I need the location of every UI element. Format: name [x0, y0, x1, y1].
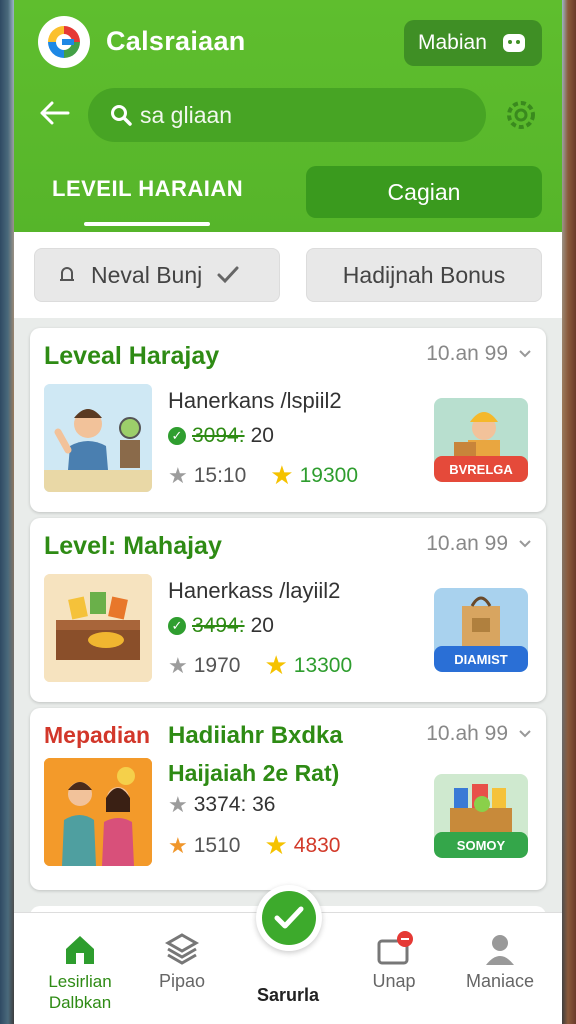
- card-date: 10.an 99: [426, 532, 532, 556]
- card-title: Leveal Harajay: [44, 342, 220, 370]
- card-date-text: 10.ah 99: [426, 722, 508, 745]
- filter-label: Hadijnah Bonus: [342, 261, 506, 288]
- card-stats-row: ★ 15:10 ★ 19300: [168, 460, 358, 491]
- tab-cagian[interactable]: Cagian: [306, 166, 542, 218]
- card-thumbnail: [44, 758, 152, 866]
- nav-label: Unap: [372, 971, 416, 991]
- app-window: Calsraiaan Mabian LEVEIL HARAIAN Cagian: [14, 0, 562, 1024]
- reward-card[interactable]: Level: Mahajay 10.an 99 Hanerkass /layii…: [30, 518, 546, 702]
- treasure-box-illustration: [44, 574, 152, 682]
- card-subtitle: Haijaiah 2e Rat): [168, 760, 340, 786]
- nav-center-button[interactable]: [256, 885, 322, 951]
- points-value: 19300: [299, 463, 359, 487]
- layers-icon: [164, 933, 200, 965]
- reward-card[interactable]: Mepadian Hadiiahr Bxdka Haijaiah 2e Rat)…: [30, 708, 546, 890]
- card-item-name: Hanerkans /lspiil2: [168, 388, 342, 413]
- check-icon: ✓: [168, 617, 186, 635]
- person-waving-illustration: [44, 384, 152, 492]
- old-price: 3494:: [192, 614, 245, 637]
- card-title-secondary: Hadiiahr Bxdka: [168, 722, 343, 749]
- card-item-name: Hanerkass /layiil2: [168, 578, 341, 603]
- badge-label: BVRELGA: [434, 456, 528, 482]
- gear-icon[interactable]: [502, 96, 540, 134]
- app-title: Calsraiaan: [106, 26, 246, 56]
- inbox-icon: [377, 931, 413, 965]
- mabian-label: Mabian: [418, 31, 487, 54]
- tab-active-indicator: [84, 222, 210, 226]
- nav-label: Pipao: [158, 971, 206, 991]
- back-arrow-icon[interactable]: [38, 96, 72, 130]
- chevron-down-icon[interactable]: [518, 349, 532, 359]
- card-stats-row: ★ 1970 ★ 13300: [168, 650, 352, 681]
- card-date-text: 10.an 99: [426, 342, 508, 365]
- chevron-down-icon[interactable]: [518, 729, 532, 739]
- reward-card[interactable]: Leveal Harajay 10.an 99 Hanerkans /lspii…: [30, 328, 546, 512]
- couple-illustration: [44, 758, 152, 866]
- card-date: 10.ah 99: [426, 722, 532, 746]
- card-price-row: ✓ 3494: 20: [168, 614, 274, 638]
- tab-level-harian[interactable]: LEVEIL HARAIAN: [52, 176, 243, 202]
- star-outline-icon: ★: [168, 792, 188, 817]
- chevron-down-icon[interactable]: [518, 539, 532, 549]
- star-outline-icon: ★: [168, 462, 188, 488]
- card-date: 10.an 99: [426, 342, 532, 366]
- card-title: Mepadian: [44, 722, 151, 748]
- stat-value: 15:10: [193, 463, 247, 487]
- logo-icon: [48, 26, 80, 58]
- reward-badge[interactable]: SOMOY: [434, 774, 528, 858]
- checkmark-icon: [217, 266, 239, 284]
- nav-label: Lesirlian Dalbkan: [48, 972, 112, 1012]
- stat-value: 1510: [193, 833, 241, 857]
- nav-label: Sarurla: [256, 985, 320, 1005]
- card-date-text: 10.an 99: [426, 532, 508, 555]
- reward-list: Leveal Harajay 10.an 99 Hanerkans /lspii…: [14, 318, 562, 926]
- nav-item-unap[interactable]: Unap: [344, 927, 444, 992]
- star-icon: ★: [264, 830, 288, 860]
- filter-bar: Neval Bunj Hadijnah Bonus: [14, 232, 562, 318]
- nav-label: Maniace: [465, 971, 535, 991]
- nav-item-pipao[interactable]: Pipao: [132, 927, 232, 992]
- price: 20: [250, 424, 274, 447]
- app-logo: [38, 16, 90, 68]
- search-icon: [111, 105, 132, 126]
- bot-icon: [502, 34, 525, 52]
- card-thumbnail: [44, 384, 152, 492]
- star-icon: ★: [270, 460, 294, 490]
- points-value: 13300: [293, 653, 353, 677]
- price: 3374: 36: [193, 793, 276, 816]
- price: 20: [250, 614, 274, 637]
- card-price-row: ✓ 3094: 20: [168, 424, 274, 448]
- bottom-nav: Lesirlian Dalbkan Pipao Sarurla Unap Man…: [14, 885, 562, 1024]
- star-outline-icon: ★: [168, 652, 188, 678]
- reward-badge[interactable]: DIAMIST: [434, 588, 528, 672]
- badge-label: SOMOY: [434, 832, 528, 858]
- card-stats-row: ★ 1510 ★ 4830: [168, 830, 340, 861]
- app-header: Calsraiaan Mabian LEVEIL HARAIAN Cagian: [14, 0, 562, 232]
- filter-neval-bunj[interactable]: Neval Bunj: [34, 248, 280, 302]
- points-value: 4830: [293, 833, 341, 857]
- home-icon: [66, 936, 94, 964]
- search-bar[interactable]: [88, 88, 486, 142]
- check-icon: ✓: [168, 427, 186, 445]
- star-icon: ★: [264, 650, 288, 680]
- badge-label: DIAMIST: [434, 646, 528, 672]
- star-orange-icon: ★: [168, 832, 188, 858]
- card-price-row: ★ 3374: 36: [168, 792, 275, 818]
- user-icon: [486, 935, 514, 965]
- nav-item-sarurla[interactable]: Sarurla: [238, 985, 338, 1006]
- nav-item-maniace[interactable]: Maniace: [450, 927, 550, 992]
- reward-badge[interactable]: BVRELGA: [434, 398, 528, 482]
- bell-icon: [60, 267, 74, 281]
- filter-label: Neval Bunj: [91, 261, 203, 288]
- stat-value: 1970: [193, 653, 241, 677]
- filter-hadiah-bonus[interactable]: Hadijnah Bonus: [306, 248, 542, 302]
- card-title: Level: Mahajay: [44, 532, 222, 560]
- card-thumbnail: [44, 574, 152, 682]
- old-price: 3094:: [192, 424, 245, 447]
- mabian-button[interactable]: Mabian: [404, 20, 542, 66]
- check-circle-icon: [274, 906, 304, 929]
- search-input[interactable]: [140, 101, 440, 129]
- nav-item-home[interactable]: Lesirlian Dalbkan: [30, 927, 130, 1013]
